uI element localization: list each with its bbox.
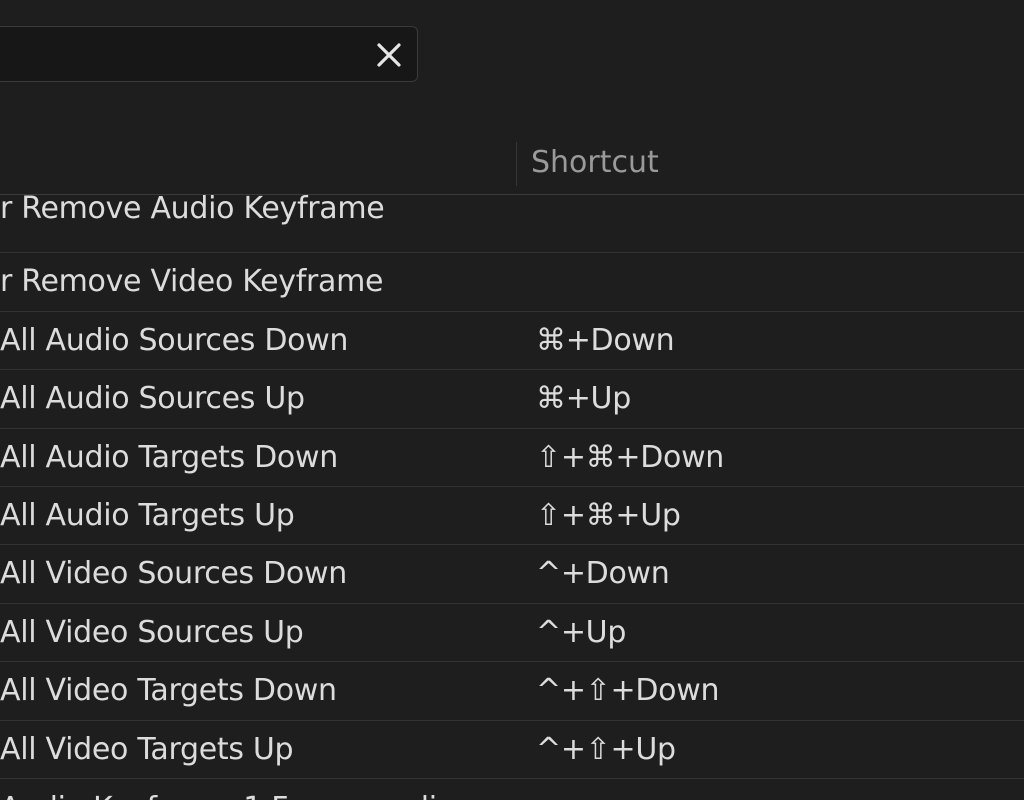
shortcut-column-header[interactable]: Shortcut — [531, 144, 659, 182]
table-row[interactable]: All Video Targets Down ^+⇧+Down — [0, 662, 1024, 721]
command-label: All Audio Targets Down — [0, 439, 338, 475]
table-row[interactable]: r Remove Video Keyframe — [0, 253, 1024, 312]
command-label: Audio Keyframe 1 Frame earlier — [0, 792, 467, 800]
column-divider[interactable] — [516, 142, 517, 186]
table-row[interactable]: r Remove Audio Keyframe — [0, 191, 1024, 254]
command-label: All Video Targets Down — [0, 673, 337, 709]
table-row[interactable]: All Video Sources Up ^+Up — [0, 604, 1024, 663]
command-label: All Video Sources Down — [0, 556, 347, 592]
search-input[interactable] — [1, 35, 345, 75]
search-box[interactable] — [0, 26, 418, 82]
table-row[interactable]: All Audio Sources Up ⌘+Up — [0, 370, 1024, 429]
command-label: All Audio Targets Up — [0, 497, 295, 533]
command-label: All Audio Sources Up — [0, 381, 305, 417]
close-icon — [376, 42, 402, 68]
table-row[interactable]: All Video Targets Up ^+⇧+Up — [0, 721, 1024, 779]
shortcut-keys[interactable]: ⌘+Up — [536, 383, 631, 415]
table-row[interactable]: All Audio Targets Down ⇧+⌘+Down — [0, 429, 1024, 487]
command-label: All Video Sources Up — [0, 614, 304, 650]
shortcut-keys[interactable]: ^+Down — [536, 558, 670, 590]
shortcut-keys[interactable]: ⌘+Down — [536, 324, 675, 357]
shortcut-keys[interactable]: ^+Up — [536, 616, 626, 649]
shortcut-keys[interactable]: ⇧+⌘+Down — [536, 441, 724, 474]
table-row[interactable]: All Audio Targets Up ⇧+⌘+Up — [0, 487, 1024, 546]
keyboard-shortcuts-panel: Shortcut r Remove Audio Keyframe r Remove… — [0, 0, 1024, 800]
shortcut-keys[interactable]: ^+⇧+Down — [536, 675, 719, 707]
clear-search-button[interactable] — [369, 35, 409, 75]
shortcut-keys[interactable]: ^+⇧+Up — [536, 733, 676, 766]
table-row[interactable]: Audio Keyframe 1 Frame earlier — [0, 779, 1024, 800]
command-label: r Remove Audio Keyframe — [0, 191, 385, 226]
shortcut-list: r Remove Audio Keyframe r Remove Video Ke… — [0, 191, 1024, 800]
table-header: Shortcut — [0, 138, 1024, 195]
table-row[interactable]: All Audio Sources Down ⌘+Down — [0, 312, 1024, 371]
command-label: r Remove Video Keyframe — [0, 264, 384, 300]
table-row[interactable]: All Video Sources Down ^+Down — [0, 545, 1024, 604]
command-label: All Audio Sources Down — [0, 322, 349, 358]
shortcut-keys[interactable]: ⇧+⌘+Up — [536, 499, 681, 532]
command-label: All Video Targets Up — [0, 731, 294, 767]
